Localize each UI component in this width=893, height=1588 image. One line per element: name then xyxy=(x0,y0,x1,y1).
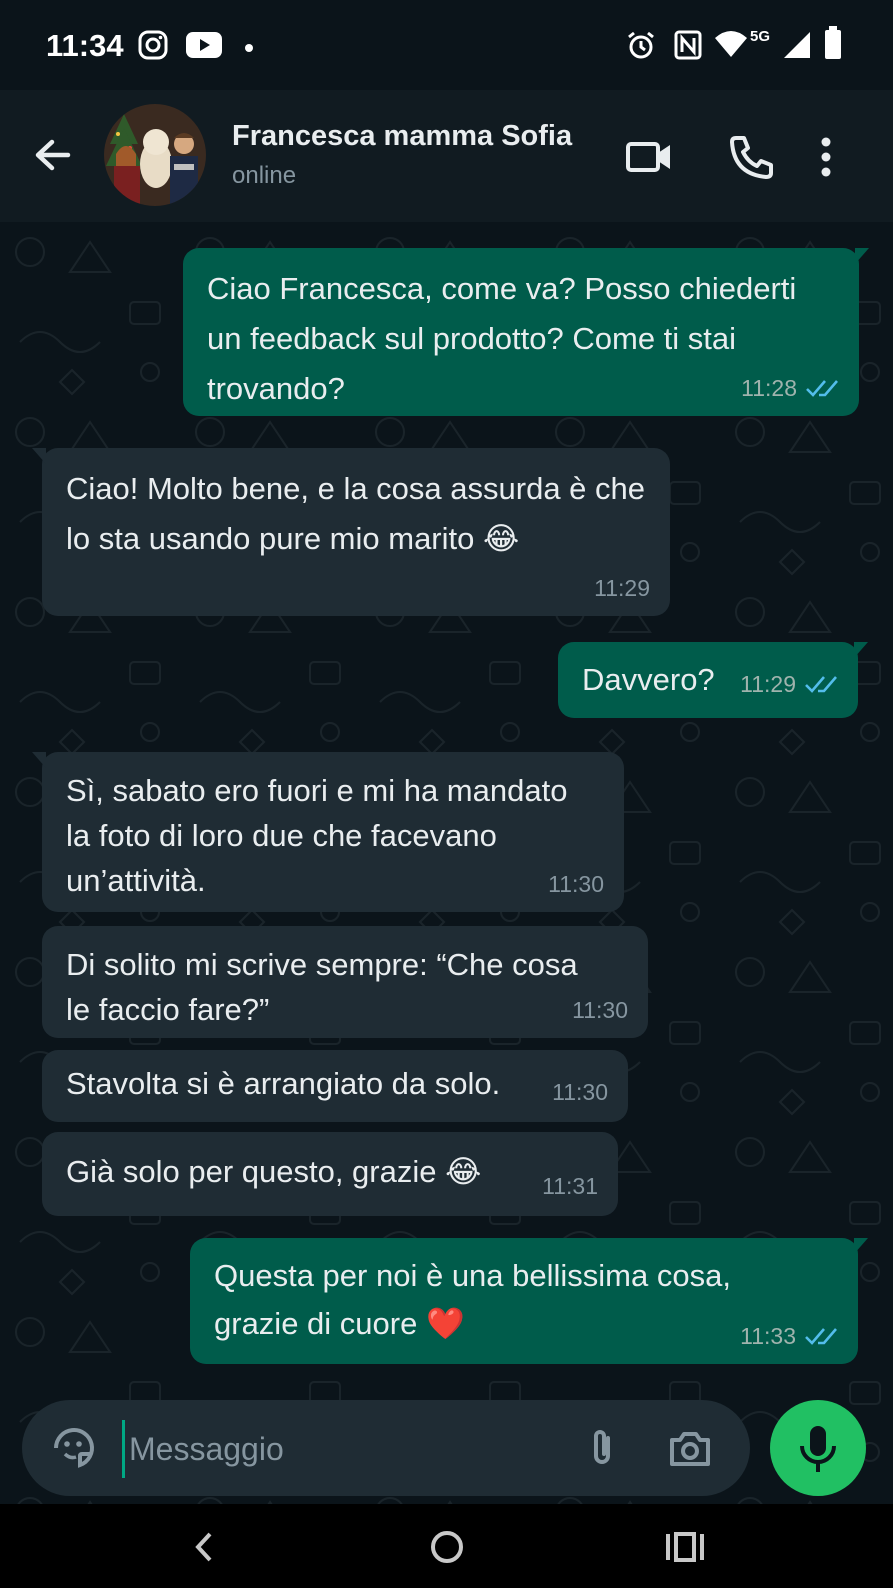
message-time: 11:30 xyxy=(548,871,604,897)
message-text: Ciao! Molto bene, e la cosa assurda è ch… xyxy=(66,471,646,556)
alarm-icon xyxy=(626,30,656,65)
read-ticks-icon xyxy=(805,676,837,693)
status-time: 11:34 xyxy=(46,28,124,63)
voice-call-button[interactable] xyxy=(724,130,778,184)
home-circle-icon xyxy=(431,1531,463,1563)
contact-name[interactable]: Francesca mamma Sofia xyxy=(232,120,572,153)
message-meta: 11:31 xyxy=(542,1172,598,1200)
message-text: Stavolta si è arrangiato da solo. xyxy=(66,1066,501,1101)
message-bubble-incoming[interactable]: Di solito mi scrive sempre: “Che cosa le… xyxy=(42,926,648,1038)
message-time: 11:30 xyxy=(572,997,628,1023)
message-text: Questa per noi è una bellissima cosa, gr… xyxy=(214,1258,731,1341)
message-time: 11:31 xyxy=(542,1173,598,1199)
message-bubble-incoming[interactable]: Stavolta si è arrangiato da solo. 11:30 xyxy=(42,1050,628,1122)
video-call-icon xyxy=(626,142,670,172)
message-composer xyxy=(22,1400,750,1496)
attach-button[interactable] xyxy=(578,1424,626,1472)
message-bubble-outgoing[interactable]: Ciao Francesca, come va? Posso chiederti… xyxy=(183,248,869,416)
video-call-button[interactable] xyxy=(622,130,676,184)
mic-icon xyxy=(800,1426,836,1472)
more-options-button[interactable] xyxy=(806,130,846,184)
instagram-icon xyxy=(138,30,168,65)
voice-message-button[interactable] xyxy=(770,1400,866,1496)
message-time: 11:29 xyxy=(740,671,796,697)
read-ticks-icon xyxy=(805,1328,837,1345)
message-bubble-incoming[interactable]: Ciao! Molto bene, e la cosa assurda è ch… xyxy=(32,448,670,616)
battery-icon xyxy=(824,26,842,65)
message-bubble-outgoing[interactable]: Questa per noi è una bellissima cosa, gr… xyxy=(190,1238,868,1364)
message-time: 11:30 xyxy=(552,1079,608,1105)
message-time: 11:29 xyxy=(594,575,650,601)
camera-icon xyxy=(670,1432,710,1466)
message-time: 11:33 xyxy=(740,1323,796,1349)
recents-icon xyxy=(666,1532,704,1562)
sticker-button[interactable] xyxy=(50,1424,98,1472)
back-arrow-icon xyxy=(35,139,71,171)
youtube-icon xyxy=(186,32,222,63)
message-text: Di solito mi scrive sempre: “Che cosa le… xyxy=(66,947,578,1027)
message-input[interactable] xyxy=(122,1420,571,1478)
nav-back-button[interactable] xyxy=(178,1520,232,1574)
chevron-left-icon xyxy=(195,1532,212,1562)
network-label: 5G xyxy=(750,28,771,45)
message-meta: 11:29 xyxy=(740,670,838,698)
message-meta: 11:29 xyxy=(594,574,650,602)
status-bar: 11:34 5G xyxy=(0,0,893,90)
camera-button[interactable] xyxy=(666,1424,714,1472)
chat-area[interactable]: Ciao Francesca, come va? Posso chiederti… xyxy=(0,222,893,1522)
message-meta: 11:33 xyxy=(740,1322,838,1350)
dot-icon xyxy=(244,40,254,58)
phone-call-icon xyxy=(730,136,773,179)
chat-header: Francesca mamma Sofia online xyxy=(0,90,893,222)
nav-home-button[interactable] xyxy=(420,1520,474,1574)
message-text: Già solo per questo, grazie 😂 xyxy=(66,1154,482,1189)
wifi-icon xyxy=(714,30,748,63)
back-button[interactable] xyxy=(28,130,78,180)
nfc-icon xyxy=(674,30,702,65)
message-bubble-incoming[interactable]: Già solo per questo, grazie 😂 11:31 xyxy=(42,1132,618,1216)
avatar[interactable] xyxy=(104,104,206,206)
attach-icon xyxy=(594,1430,610,1464)
message-meta: 11:28 xyxy=(741,374,839,402)
more-vert-icon xyxy=(821,137,831,177)
message-bubble-outgoing[interactable]: Davvero? 11:29 xyxy=(558,642,868,718)
read-ticks-icon xyxy=(806,380,838,397)
message-text: Sì, sabato ero fuori e mi ha mandato la … xyxy=(66,773,568,898)
message-time: 11:28 xyxy=(741,375,797,401)
message-meta: 11:30 xyxy=(572,996,628,1024)
message-bubble-incoming[interactable]: Sì, sabato ero fuori e mi ha mandato la … xyxy=(32,752,624,912)
message-meta: 11:30 xyxy=(552,1078,608,1106)
sticker-icon xyxy=(54,1428,94,1468)
contact-status: online xyxy=(232,162,297,189)
signal-icon xyxy=(782,30,812,65)
nav-recents-button[interactable] xyxy=(658,1520,712,1574)
message-meta: 11:30 xyxy=(548,870,604,898)
system-nav-bar xyxy=(0,1504,893,1588)
